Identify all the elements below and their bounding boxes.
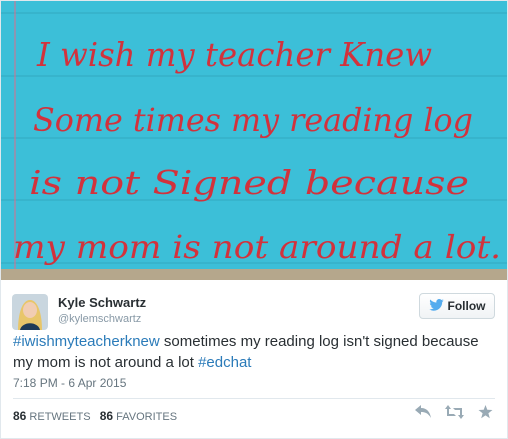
avatar[interactable]: [12, 294, 48, 330]
favorites-label[interactable]: FAVORITES: [116, 411, 177, 423]
handwriting-line-3: is not Signed because: [29, 163, 469, 202]
tweet-card: I wish my teacher Knew Some times my rea…: [0, 0, 508, 439]
tweet-body: Kyle Schwartz @kylemschwartz Follow #iwi…: [1, 280, 507, 438]
tweet-actions: [415, 405, 493, 424]
follow-label: Follow: [447, 299, 486, 313]
star-icon[interactable]: [478, 405, 493, 424]
hashtag-edchat[interactable]: #edchat: [198, 354, 251, 371]
reply-icon[interactable]: [415, 405, 431, 424]
divider: [13, 398, 495, 399]
tweet-stats: 86 RETWEETS 86 FAVORITES: [13, 409, 177, 423]
handwriting-line-4: my mom is not around a lot.: [13, 228, 501, 266]
follow-button[interactable]: Follow: [419, 293, 495, 319]
tweet-photo[interactable]: I wish my teacher Knew Some times my rea…: [1, 1, 507, 280]
hashtag-iwishmyteacherknew[interactable]: #iwishmyteacherknew: [13, 333, 160, 350]
retweets-label[interactable]: RETWEETS: [29, 411, 90, 423]
twitter-bird-icon: [428, 298, 444, 314]
retweet-icon[interactable]: [445, 405, 464, 424]
handwriting-line-1: I wish my teacher Knew: [36, 35, 432, 74]
retweets-count[interactable]: 86: [13, 409, 26, 423]
handwriting-line-2: Some times my reading log: [33, 101, 473, 139]
index-card-image: I wish my teacher Knew Some times my rea…: [1, 1, 507, 280]
tweet-text: #iwishmyteacherknew sometimes my reading…: [13, 331, 497, 373]
favorites-count[interactable]: 86: [100, 409, 113, 423]
user-name[interactable]: Kyle Schwartz: [58, 295, 146, 310]
tweet-timestamp[interactable]: 7:18 PM - 6 Apr 2015: [13, 376, 126, 390]
user-handle[interactable]: @kylemschwartz: [58, 313, 141, 325]
